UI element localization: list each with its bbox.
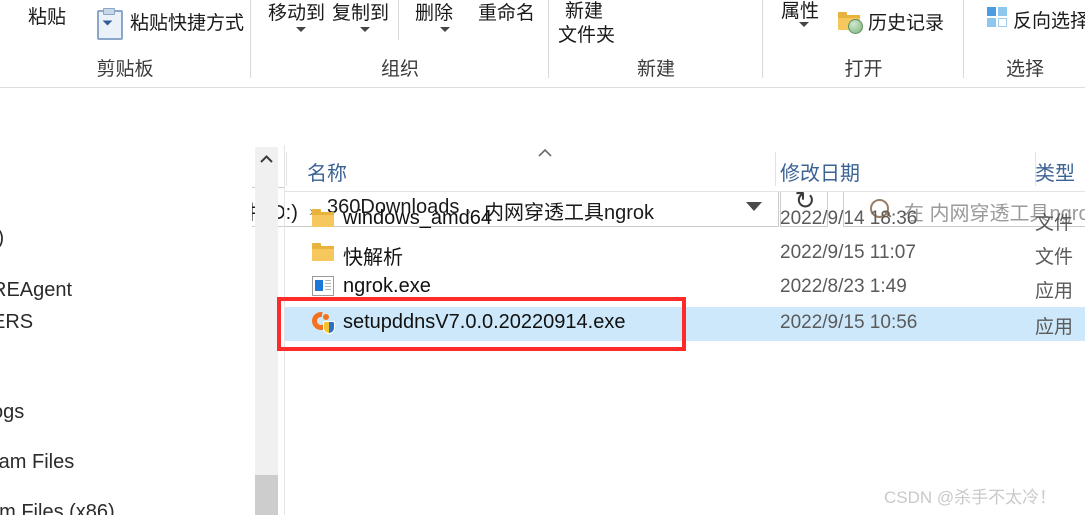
file-name: setupddnsV7.0.0.20220914.exe <box>343 311 626 333</box>
copy-to-caret-icon[interactable] <box>360 27 370 32</box>
column-header-modified[interactable]: 修改日期 <box>780 157 860 186</box>
invert-selection-button[interactable]: 反向选择 <box>1013 6 1085 33</box>
watermark: CSDN @杀手不太冷！ <box>884 488 1057 507</box>
file-type: 应用 <box>1035 281 1074 302</box>
nav-item-5[interactable]: am Files (x86) <box>0 501 115 515</box>
address-bar: › 此电脑 › 软件 (D:) › 360Downloads › 内网穿透工具n… <box>0 90 1085 227</box>
file-name: ngrok.exe <box>343 275 431 297</box>
file-modified-date: 2022/9/15 10:56 <box>780 312 918 333</box>
folder-icon <box>312 209 334 227</box>
application-icon <box>312 276 334 296</box>
delete-caret-icon[interactable] <box>440 27 450 32</box>
table-row-selected[interactable]: setupddnsV7.0.0.20220914.exe 2022/9/15 1… <box>285 307 1085 341</box>
move-to-button[interactable]: 移动到 <box>268 0 325 25</box>
nav-item-0[interactable]: :) <box>0 227 4 250</box>
ddns-installer-icon <box>308 308 335 334</box>
properties-caret-icon[interactable] <box>799 22 809 27</box>
file-type: 文件 <box>1035 247 1074 268</box>
invert-selection-icon <box>987 7 1011 29</box>
nav-item-1[interactable]: REAgent <box>0 279 72 302</box>
properties-button[interactable]: 属性 <box>781 0 819 23</box>
paste-button[interactable]: 粘贴 <box>28 2 66 29</box>
column-header-type[interactable]: 类型 <box>1035 157 1075 186</box>
navigation-pane[interactable]: :) REAgent ERS ogs ram Files am Files (x… <box>0 145 252 515</box>
delete-button[interactable]: 删除 <box>415 0 453 25</box>
paste-shortcut-button[interactable]: 粘贴快捷方式 <box>130 8 244 35</box>
navigation-pane-scrollbar[interactable] <box>255 147 278 515</box>
move-to-caret-icon[interactable] <box>296 27 306 32</box>
nav-item-2[interactable]: ERS <box>0 311 33 334</box>
column-header-name[interactable]: 名称 <box>307 157 347 186</box>
paste-shortcut-icon <box>97 8 123 40</box>
ascending-sort-icon <box>538 148 552 157</box>
new-folder-button-line2[interactable]: 文件夹 <box>558 20 615 47</box>
file-list-header: 名称 修改日期 类型 <box>285 147 1085 191</box>
table-row[interactable]: 快解析 2022/9/15 11:07 文件 <box>285 238 1085 269</box>
ribbon-group-label-clipboard: 剪贴板 <box>96 59 154 80</box>
file-name: 快解析 <box>343 247 403 269</box>
folder-icon <box>312 243 334 261</box>
ribbon-group-label-new: 新建 <box>636 59 675 80</box>
ribbon-group-label-select: 选择 <box>1005 59 1044 80</box>
history-icon <box>838 12 864 34</box>
scrollbar-thumb[interactable] <box>255 475 278 515</box>
ribbon: 粘贴 粘贴快捷方式 剪贴板 移动到 复制到 删除 重命名 组织 新建 文件夹 新… <box>0 0 1085 88</box>
table-row[interactable]: ngrok.exe 2022/8/23 1:49 应用 <box>285 272 1085 303</box>
file-modified-date: 2022/9/15 11:07 <box>780 242 916 263</box>
file-type: 应用 <box>1035 317 1074 338</box>
ribbon-group-label-organize: 组织 <box>380 59 419 80</box>
file-type: 文件 <box>1035 213 1074 234</box>
file-modified-date: 2022/8/23 1:49 <box>780 276 907 297</box>
chevron-up-icon[interactable] <box>260 155 273 164</box>
ribbon-group-label-open: 打开 <box>844 59 883 80</box>
file-modified-date: 2022/9/14 18:36 <box>780 208 918 229</box>
copy-to-button[interactable]: 复制到 <box>332 0 389 25</box>
file-name: windows_amd64 <box>343 207 492 229</box>
nav-item-3[interactable]: ogs <box>0 401 24 424</box>
rename-button[interactable]: 重命名 <box>478 0 535 25</box>
nav-item-4[interactable]: ram Files <box>0 451 74 474</box>
history-button[interactable]: 历史记录 <box>868 8 944 35</box>
table-row[interactable]: windows_amd64 2022/9/14 18:36 文件 <box>285 204 1085 235</box>
